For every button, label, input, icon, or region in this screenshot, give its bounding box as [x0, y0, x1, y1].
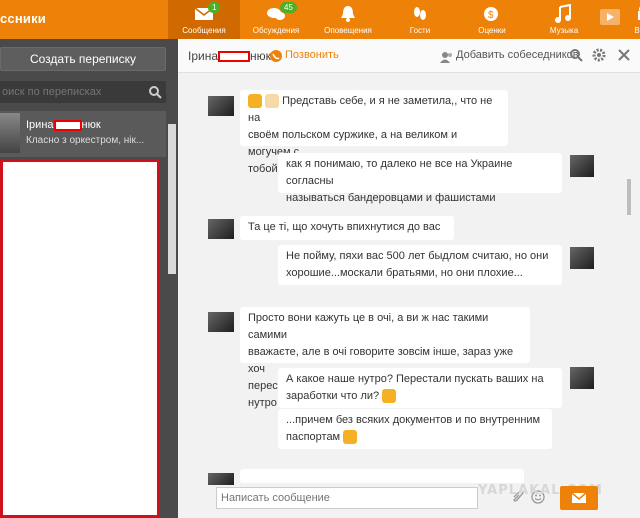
message-text: хорошие...москали братьями, но они плохи… [286, 267, 523, 279]
gear-icon[interactable] [592, 48, 606, 62]
conversation-search-input[interactable] [0, 81, 166, 103]
conversation-preview: Класно з оркестром, нік... [26, 135, 145, 146]
message-bubble [240, 469, 524, 483]
avatar [0, 113, 20, 153]
video-camera-icon [638, 6, 640, 20]
message-text: ...причем без всяких документов и по вну… [286, 414, 541, 426]
conversations-scrollbar[interactable] [166, 114, 178, 274]
nav-discussions-label: Обсуждения [252, 26, 300, 35]
conversations-panel: Создать переписку Ірина нюк Класно з орке… [0, 39, 178, 518]
nav-messages-label: Сообщения [182, 26, 226, 35]
music-note-icon [555, 4, 571, 23]
avatar[interactable] [208, 473, 234, 485]
search-icon[interactable] [148, 85, 162, 99]
avatar[interactable] [570, 367, 594, 389]
message-bubble: как я понимаю, то далеко не все на Украи… [278, 153, 562, 204]
chat-scrollbar[interactable] [624, 94, 634, 512]
sunglasses-emoji-icon [248, 94, 262, 109]
avatar[interactable] [208, 219, 234, 239]
avatar[interactable] [570, 155, 594, 177]
message-input[interactable] [216, 487, 478, 509]
nav-messages[interactable]: 1 Сообщения [168, 0, 240, 39]
nav-guests[interactable]: Гости [384, 0, 456, 39]
message-bubble: Просто вони кажуть це в очі, а ви ж нас … [240, 307, 530, 409]
avatar[interactable] [208, 312, 234, 332]
chat-contact-name[interactable]: Ірина нюк [188, 49, 271, 63]
avatar[interactable] [208, 96, 234, 116]
chat-panel: Ірина нюк Позвонить Добавить собеседников… [178, 39, 640, 518]
scrollbar-thumb[interactable] [627, 179, 631, 215]
redaction-box [53, 119, 82, 131]
message-text: А какое наше нутро? Перестали пускать ва… [286, 373, 544, 385]
conversation-name: Ірина нюк [26, 119, 101, 131]
conversation-item[interactable]: Ірина нюк Класно з оркестром, нік... [0, 111, 166, 157]
message-text: Та це ті, що хочуть впихнутися до вас [248, 221, 441, 233]
top-navigation-bar: ссники 1 Сообщения 45 Обсуждения Оповеще… [0, 0, 640, 39]
message-bubble: ...причем без всяких документов и по вну… [278, 409, 552, 449]
nav-notifications-label: Оповещения [324, 26, 372, 35]
chat-header: Ірина нюк Позвонить Добавить собеседников [178, 39, 640, 73]
nav-music-label: Музыка [549, 26, 579, 35]
conversation-name-start: Ірина [26, 119, 54, 131]
message-text: называться бандеровцами и фашистами [286, 192, 496, 204]
phone-icon[interactable] [270, 50, 282, 62]
add-people-icon[interactable] [440, 51, 454, 63]
search-icon[interactable] [569, 48, 583, 62]
message-text: Представь себе, и я не заметила,, что не… [248, 95, 493, 124]
message-bubble: Та це ті, що хочуть впихнутися до вас [240, 216, 454, 240]
message-text: паспортам [286, 431, 341, 443]
contact-name-start: Ірина [188, 49, 219, 63]
add-participants-link[interactable]: Добавить собеседников [456, 49, 579, 61]
message-text: как я понимаю, то далеко не все на Украи… [286, 158, 513, 187]
message-bubble: Не пойму, пяхи вас 500 лет быдлом считаю… [278, 245, 562, 285]
rating-icon: $ [484, 7, 498, 21]
nav-video-label: Видео [634, 26, 640, 35]
message-bubble: А какое наше нутро? Перестали пускать ва… [278, 368, 562, 408]
contact-name-end: нюк [250, 49, 271, 63]
create-conversation-button[interactable]: Создать переписку [0, 47, 166, 71]
nav-notifications[interactable]: Оповещения [312, 0, 384, 39]
footprints-icon [414, 7, 426, 20]
messages-count-badge: 1 [208, 2, 221, 13]
redacted-area [0, 159, 160, 518]
send-icon [572, 492, 586, 503]
message-text: заработки что ли? [286, 390, 380, 402]
play-icon [600, 9, 620, 25]
nav-discussions[interactable]: 45 Обсуждения [240, 0, 312, 39]
discussions-count-badge: 45 [280, 2, 297, 13]
nav-ratings[interactable]: $ Оценки [456, 0, 528, 39]
send-button[interactable] [560, 486, 598, 510]
play-button[interactable] [600, 0, 620, 39]
call-link[interactable]: Позвонить [285, 49, 339, 61]
close-icon[interactable] [617, 48, 631, 62]
conversation-name-end: нюк [81, 119, 101, 131]
nav-ratings-label: Оценки [478, 26, 506, 35]
svg-text:$: $ [488, 10, 494, 21]
nav-guests-label: Гости [409, 26, 431, 35]
message-bubble: Представь себе, и я не заметила,, что не… [240, 90, 508, 177]
site-brand[interactable]: ссники [0, 11, 46, 26]
cat-emoji-icon [343, 430, 358, 445]
nav-video[interactable]: Видео [620, 0, 640, 39]
redaction-box [218, 51, 251, 63]
cat-emoji-icon [382, 389, 397, 404]
scrollbar-thumb[interactable] [168, 124, 176, 274]
message-text: Просто вони кажуть це в очі, а ви ж нас … [248, 312, 489, 341]
peace-hand-emoji-icon [265, 94, 280, 109]
main-nav: 1 Сообщения 45 Обсуждения Оповещения Гос… [168, 0, 640, 39]
bell-icon [341, 6, 355, 22]
message-text: Не пойму, пяхи вас 500 лет быдлом считаю… [286, 250, 549, 262]
nav-music[interactable]: Музыка [528, 0, 600, 39]
avatar[interactable] [570, 247, 594, 269]
